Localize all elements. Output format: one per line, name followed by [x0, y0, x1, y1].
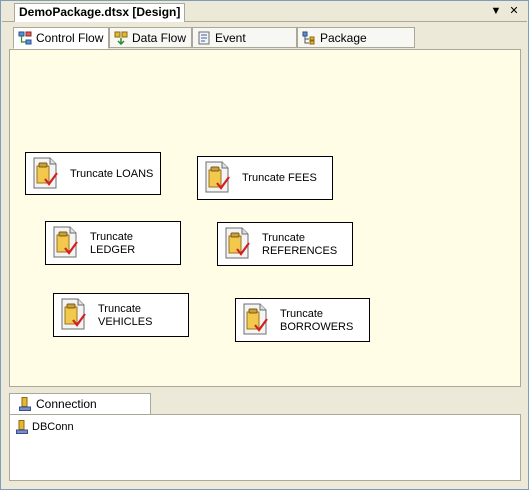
tab-data-flow[interactable]: Data Flow [109, 27, 192, 48]
tab-control-flow[interactable]: Control Flow [13, 27, 109, 49]
task-label: Truncate LEDGER [90, 231, 136, 256]
connection-managers-area: Connection Managers DBConn [9, 393, 521, 483]
task-truncate-loans[interactable]: Truncate LOANS [25, 152, 161, 195]
task-truncate-ledger[interactable]: Truncate LEDGER [45, 221, 181, 265]
sql-task-icon [50, 226, 80, 258]
control-flow-icon [18, 31, 32, 45]
document-tab[interactable]: DemoPackage.dtsx [Design] [14, 3, 186, 22]
connection-item-dbconn[interactable]: DBConn [16, 419, 74, 435]
tab-event-handlers[interactable]: Event Handlers [192, 27, 297, 65]
sql-task-icon [58, 298, 88, 330]
task-truncate-references[interactable]: Truncate REFERENCES [217, 222, 353, 266]
task-label: Truncate REFERENCES [262, 232, 338, 257]
task-truncate-vehicles[interactable]: Truncate VEHICLES [53, 293, 189, 337]
task-label: Truncate LOANS [70, 168, 154, 180]
event-handlers-icon [198, 31, 210, 45]
task-truncate-borrowers[interactable]: Truncate BORROWERS [235, 298, 370, 342]
tab-label: Data Flow [132, 31, 187, 45]
sql-task-icon [30, 157, 60, 189]
tab-connection-managers[interactable]: Connection Managers [9, 393, 151, 431]
connection-managers-panel[interactable]: DBConn [9, 414, 521, 481]
connection-icon [16, 420, 28, 434]
task-label: Truncate BORROWERS [280, 308, 354, 333]
tab-package-explorer[interactable]: Package Explorer [297, 27, 415, 65]
designer-tab-strip: Control Flow Data Flow Event Handlers [9, 27, 521, 65]
tab-label: Control Flow [36, 31, 104, 45]
control-flow-canvas[interactable]: Truncate LOANS Truncate FEES Truncate LE… [9, 49, 521, 387]
document-title: DemoPackage.dtsx [Design] [19, 5, 181, 19]
connection-icon [19, 397, 31, 411]
task-label: Truncate VEHICLES [98, 303, 153, 328]
close-icon[interactable]: ✕ [508, 5, 520, 17]
sql-task-icon [240, 303, 270, 335]
connection-label: DBConn [32, 421, 74, 433]
package-explorer-icon [302, 31, 315, 45]
document-tab-bar: DemoPackage.dtsx [Design] ▼ ✕ [2, 2, 527, 22]
data-flow-icon [114, 31, 128, 45]
package-designer-window: DemoPackage.dtsx [Design] ▼ ✕ Control Fl… [0, 0, 529, 490]
window-dropdown-icon[interactable]: ▼ [490, 5, 502, 17]
sql-task-icon [222, 227, 252, 259]
task-label: Truncate FEES [242, 172, 317, 184]
task-truncate-fees[interactable]: Truncate FEES [197, 156, 333, 200]
sql-task-icon [202, 161, 232, 193]
